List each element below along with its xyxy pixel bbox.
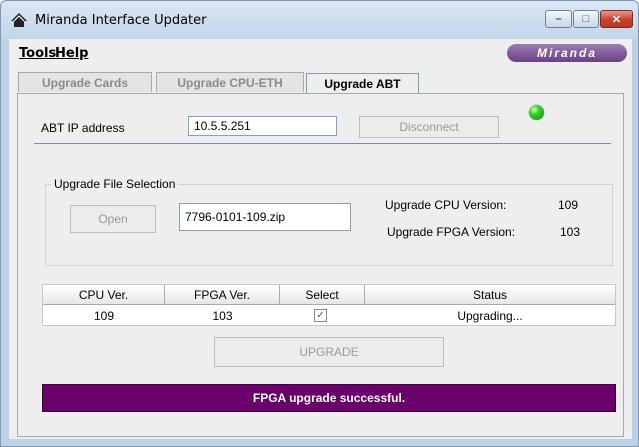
window-client-area: Tools Help Miranda Upgrade Cards Upgrade… [9,39,632,439]
upgrade-button[interactable]: UPGRADE [214,337,444,367]
column-header-status[interactable]: Status [365,285,615,305]
connection-status-led [529,105,544,120]
column-header-fpga-ver[interactable]: FPGA Ver. [165,285,280,305]
checkmark-icon: ✓ [316,310,325,321]
menu-help[interactable]: Help [55,46,88,61]
column-header-select[interactable]: Select [280,285,365,305]
close-icon: ✕ [611,13,622,26]
fpga-version-cell: 103 [212,308,233,323]
maximize-icon: □ [582,13,590,25]
section-divider [34,143,611,144]
fpga-version-value: 103 [560,225,581,239]
tab-upgrade-cpu-eth[interactable]: Upgrade CPU-ETH [156,72,304,92]
status-message-bar: FPGA upgrade successful. [42,384,616,412]
fpga-version-label: Upgrade FPGA Version: [387,225,516,239]
minimize-button[interactable]: – [545,10,572,28]
miranda-logo: Miranda [507,44,627,62]
window-title: Miranda Interface Updater [35,13,207,28]
tab-upgrade-cards[interactable]: Upgrade Cards [18,72,152,92]
menu-tools-label: Tools [19,46,57,61]
miranda-app-icon [11,13,27,27]
minimize-icon: – [555,13,562,25]
ip-address-input[interactable]: 10.5.5.251 [188,116,337,136]
menu-bar: Tools Help Miranda [9,39,632,63]
disconnect-button[interactable]: Disconnect [359,116,499,138]
tab-upgrade-abt[interactable]: Upgrade ABT [306,73,419,94]
tab-strip: Upgrade Cards Upgrade CPU-ETH Upgrade AB… [9,72,632,94]
cards-table: CPU Ver. FPGA Ver. Select Status 109 103… [42,284,616,326]
cpu-version-cell: 109 [93,308,115,323]
upgrade-file-input[interactable]: 7796-0101-109.zip [179,203,351,231]
title-bar[interactable]: Miranda Interface Updater – □ ✕ [1,1,638,39]
menu-help-label: Help [55,46,89,61]
ip-address-label: ABT IP address [41,121,125,135]
cpu-version-value: 109 [558,198,579,212]
column-header-cpu-ver[interactable]: CPU Ver. [43,285,165,305]
cpu-version-label: Upgrade CPU Version: [385,198,507,212]
close-button[interactable]: ✕ [600,10,633,28]
row-select-checkbox[interactable]: ✓ [314,309,327,322]
open-button[interactable]: Open [70,205,156,233]
app-window: Miranda Interface Updater – □ ✕ Tools He… [0,0,639,447]
maximize-button[interactable]: □ [573,10,599,28]
menu-tools[interactable]: Tools [19,46,56,61]
upgrade-file-selection-title: Upgrade File Selection [51,177,179,191]
row-status-cell: Upgrading... [457,308,523,323]
